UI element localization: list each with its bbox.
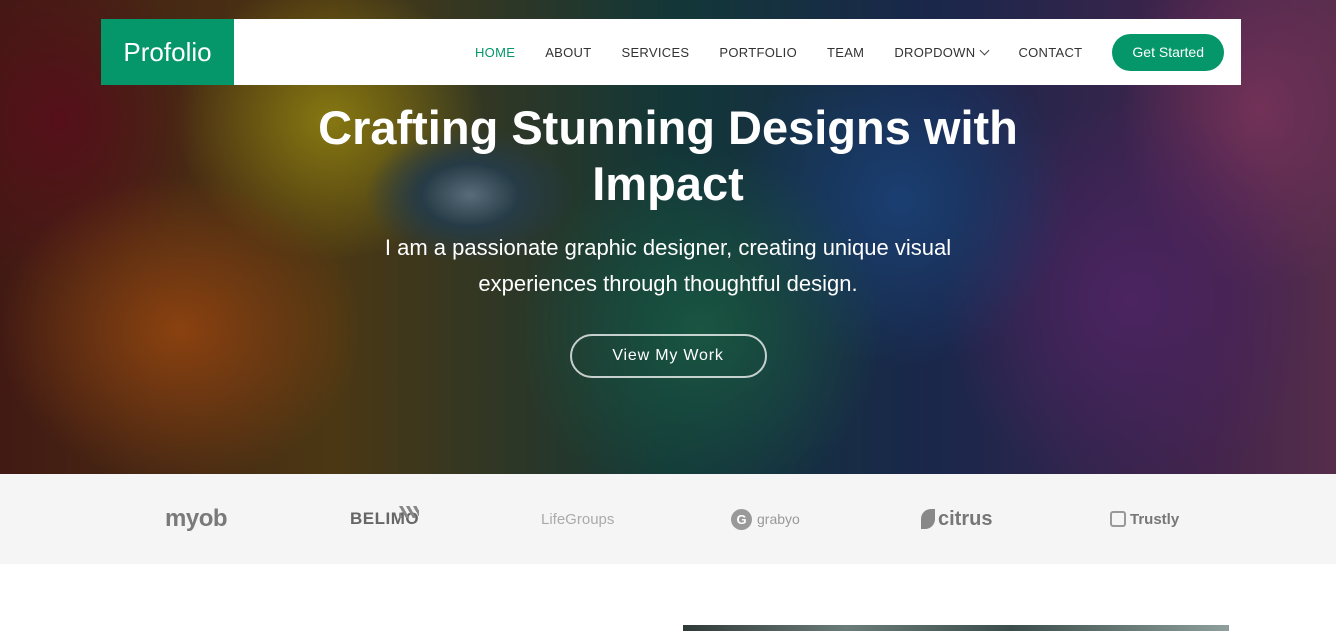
nav-item-contact[interactable]: CONTACT [1018,45,1082,60]
nav-item-about[interactable]: ABOUT [545,45,591,60]
nav-item-dropdown-label: DROPDOWN [894,44,976,60]
nav-item-portfolio[interactable]: PORTFOLIO [719,45,797,60]
nav-item-team[interactable]: TEAM [827,45,864,60]
trustly-bag-icon [1110,511,1126,527]
logo-text: Profolio [123,36,212,67]
header-navbar: Profolio HOME ABOUT SERVICES PORTFOLIO T… [101,19,1241,85]
client-logo-citrus[interactable]: citrus [921,474,992,564]
citrus-leaf-icon [921,509,935,529]
client-logo-belimo[interactable]: BELIMO [350,474,420,564]
about-image [683,625,1229,631]
client-logo-text: citrus [938,507,993,530]
client-logo-lifegroups[interactable]: LifeGroups [541,474,614,564]
get-started-button[interactable]: Get Started [1112,33,1224,71]
view-my-work-button[interactable]: View My Work [569,334,767,378]
grabyo-mark-icon: G [731,508,752,530]
nav-item-services[interactable]: SERVICES [621,45,689,60]
main-menu: HOME ABOUT SERVICES PORTFOLIO TEAM DROPD… [445,19,1241,85]
client-logo-text: LifeGroups [541,510,615,528]
client-logo-trustly[interactable]: Trustly [1110,474,1179,564]
client-logo-myob[interactable]: myob [165,474,228,564]
client-logo-text: myob [165,505,228,532]
hero-content: Crafting Stunning Designs with Impact I … [0,100,1336,378]
hero-subtitle: I am a passionate graphic designer, crea… [384,235,952,296]
client-logo-text: Trustly [1130,510,1180,528]
hero-headline: Crafting Stunning Designs with Impact [318,101,1018,210]
belimo-mark-icon [399,506,420,518]
logo[interactable]: Profolio [101,19,234,85]
chevron-down-icon [979,45,990,55]
clients-strip: myob BELIMO LifeGroups Ggrabyo citrus Tr… [0,474,1336,564]
client-logo-grabyo[interactable]: Ggrabyo [731,474,800,564]
client-logo-text: grabyo [757,511,800,527]
nav-item-dropdown[interactable]: DROPDOWN [894,44,990,60]
nav-item-home[interactable]: HOME [475,45,515,60]
